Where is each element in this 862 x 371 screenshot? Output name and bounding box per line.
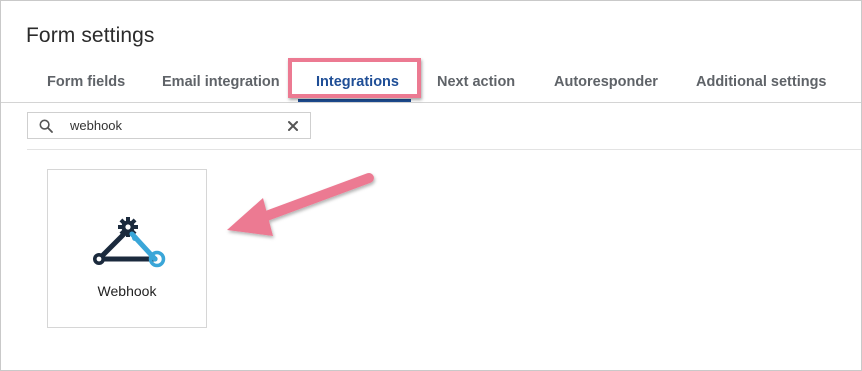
tab-form-fields[interactable]: Form fields [47,74,125,90]
search-field [27,112,311,139]
tab-additional-settings[interactable]: Additional settings [696,74,827,90]
close-icon[interactable] [287,120,299,132]
tab-integrations[interactable]: Integrations [316,74,399,90]
tab-autoresponder[interactable]: Autoresponder [554,74,658,90]
search-icon [39,119,53,133]
integration-card-webhook[interactable]: Webhook [47,169,207,328]
search-input[interactable] [70,116,270,135]
tab-email-integration[interactable]: Email integration [162,74,280,90]
tab-next-action[interactable]: Next action [437,74,515,90]
divider [27,149,861,150]
webhook-icon [93,217,166,268]
pointer-arrow [227,173,374,236]
integration-card-label: Webhook [97,283,157,299]
page-title: Form settings [26,24,155,47]
form-settings-panel: Form settings Form fields Email integrat… [0,0,862,371]
tab-bar: Form fields Email integration Integratio… [1,63,861,103]
active-tab-indicator [298,99,411,102]
